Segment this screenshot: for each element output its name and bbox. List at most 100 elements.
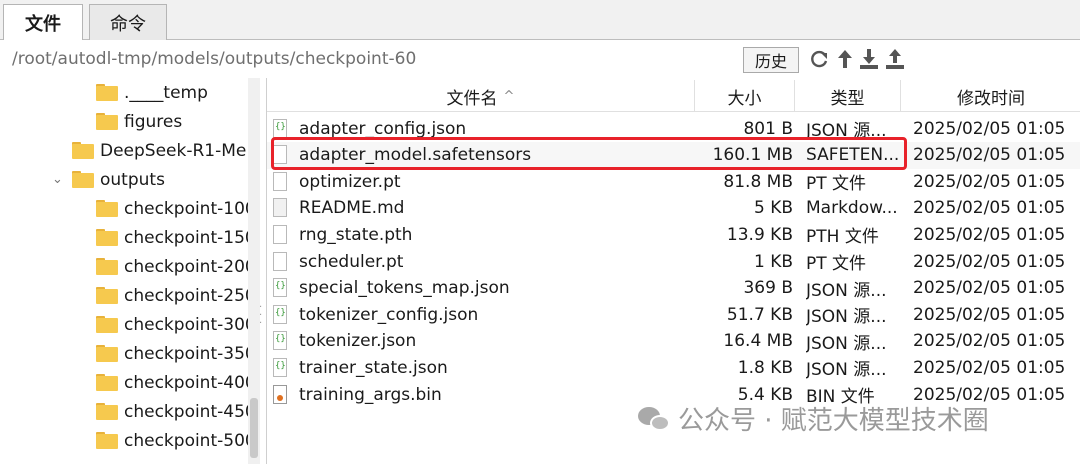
markdown-file-icon — [273, 198, 289, 218]
tree-item[interactable]: figures — [96, 107, 182, 136]
file-modified: 2025/02/05 01:05 — [913, 357, 1066, 378]
tree-item[interactable]: checkpoint-200 — [96, 252, 250, 281]
splitter-grip-icon[interactable]: · · · — [259, 303, 265, 334]
file-name-cell: README.md — [273, 195, 693, 222]
file-name: trainer_state.json — [299, 357, 448, 378]
tree-item-label: checkpoint-500 — [124, 430, 250, 451]
tree-item[interactable]: checkpoint-100 — [96, 194, 250, 223]
folder-icon — [96, 432, 118, 449]
file-name-cell: tokenizer_config.json — [273, 301, 693, 328]
folder-icon — [96, 287, 118, 304]
tree-scrollbar[interactable] — [248, 78, 260, 464]
column-header-type[interactable]: 类型 — [795, 80, 901, 112]
refresh-icon[interactable] — [808, 47, 830, 71]
file-name-cell: training_args.bin — [273, 381, 693, 408]
file-size: 13.9 KB — [726, 224, 793, 245]
folder-tree: .____temp figures DeepSeek-R1-Me ⌄ outpu… — [0, 78, 250, 464]
tree-item-label: checkpoint-400 — [124, 372, 250, 393]
file-name: README.md — [299, 198, 405, 219]
download-icon[interactable] — [858, 47, 880, 71]
file-modified: 2025/02/05 01:05 — [913, 118, 1066, 139]
tree-item[interactable]: checkpoint-400 — [96, 368, 250, 397]
file-row[interactable]: tokenizer_config.json 51.7 KB JSON 源... 202… — [267, 301, 1080, 328]
tab-commands[interactable]: 命令 — [89, 4, 167, 40]
file-size: 369 B — [743, 278, 793, 299]
file-name: optimizer.pt — [299, 171, 401, 192]
file-row[interactable]: optimizer.pt 81.8 MB PT 文件 2025/02/05 01:05 — [267, 168, 1080, 195]
file-size: 81.8 MB — [723, 171, 793, 192]
tree-item[interactable]: checkpoint-250 — [96, 281, 250, 310]
file-row[interactable]: tokenizer.json 16.4 MB JSON 源... 2025/02/05… — [267, 328, 1080, 355]
tree-item[interactable]: .____temp — [96, 78, 208, 107]
upload-icon[interactable] — [884, 47, 906, 71]
file-modified: 2025/02/05 01:05 — [913, 331, 1066, 352]
tree-item-label: checkpoint-300 — [124, 314, 250, 335]
up-arrow-icon[interactable] — [834, 47, 856, 71]
file-type: JSON 源... — [806, 307, 887, 328]
file-type: PT 文件 — [806, 254, 867, 274]
file-row[interactable]: special_tokens_map.json 369 B JSON 源... 202… — [267, 275, 1080, 302]
tree-item-label: .____temp — [124, 82, 208, 103]
file-size: 5 KB — [753, 198, 793, 219]
file-row[interactable]: README.md 5 KB Markdow... 2025/02/05 01:05 — [267, 195, 1080, 222]
file-modified: 2025/02/05 01:05 — [913, 304, 1066, 325]
file-row[interactable]: adapter_model.safetensors 160.1 MB SAFETEN… — [267, 141, 1080, 169]
tree-item[interactable]: outputs — [72, 165, 165, 194]
file-row[interactable]: rng_state.pth 13.9 KB PTH 文件 2025/02/05 01:… — [267, 221, 1080, 248]
file-name-cell: trainer_state.json — [273, 354, 693, 381]
file-name: adapter_model.safetensors — [299, 145, 532, 166]
file-size: 16.4 MB — [723, 331, 793, 352]
file-size: 160.1 MB — [712, 145, 793, 166]
file-type: JSON 源... — [806, 280, 887, 301]
tree-item[interactable]: checkpoint-300 — [96, 310, 250, 339]
column-header-size[interactable]: 大小 — [695, 80, 795, 112]
tree-item[interactable]: checkpoint-500 — [96, 426, 250, 455]
tree-item[interactable]: checkpoint-150 — [96, 223, 250, 252]
json-file-icon — [273, 304, 289, 325]
tree-item-label: checkpoint-150 — [124, 227, 250, 248]
file-name-cell: scheduler.pt — [273, 248, 693, 275]
path-input[interactable]: /root/autodl-tmp/models/outputs/checkpoi… — [12, 49, 416, 69]
folder-icon — [72, 171, 94, 188]
file-modified: 2025/02/05 01:05 — [913, 278, 1066, 299]
folder-icon — [96, 403, 118, 420]
tree-item-label: checkpoint-250 — [124, 285, 250, 306]
file-size: 1.8 KB — [737, 357, 793, 378]
file-type: JSON 源... — [806, 333, 887, 354]
file-size: 51.7 KB — [726, 304, 793, 325]
tree-item-label: outputs — [100, 169, 165, 190]
chevron-down-icon[interactable]: ⌄ — [52, 172, 63, 187]
file-name-cell: adapter_model.safetensors — [273, 142, 693, 169]
tree-item[interactable]: checkpoint-350 — [96, 339, 250, 368]
tree-item-label: checkpoint-200 — [124, 256, 250, 277]
file-row[interactable]: trainer_state.json 1.8 KB JSON 源... 2025/02… — [267, 354, 1080, 381]
folder-icon — [72, 142, 94, 159]
folder-icon — [96, 316, 118, 333]
file-row[interactable]: scheduler.pt 1 KB PT 文件 2025/02/05 01:05 — [267, 248, 1080, 275]
file-name: tokenizer_config.json — [299, 304, 479, 325]
sort-ascending-icon: ^ — [503, 88, 515, 104]
file-icon — [273, 171, 289, 192]
file-type: JSON 源... — [806, 360, 887, 381]
file-name: training_args.bin — [299, 384, 442, 405]
file-row[interactable]: adapter_config.json 801 B JSON 源... 2025/02… — [267, 115, 1080, 142]
file-modified: 2025/02/05 01:05 — [913, 251, 1066, 272]
file-modified: 2025/02/05 01:05 — [913, 171, 1066, 192]
column-header-name[interactable]: 文件名 ^ — [267, 80, 695, 112]
file-type: Markdow... — [806, 198, 898, 219]
tree-item-label: checkpoint-350 — [124, 343, 250, 364]
json-file-icon — [273, 331, 289, 351]
folder-icon — [96, 113, 118, 130]
scrollbar-thumb[interactable] — [250, 398, 258, 458]
tree-item[interactable]: checkpoint-450 — [96, 397, 250, 426]
tree-item[interactable]: DeepSeek-R1-Me — [72, 136, 246, 165]
file-name-cell: special_tokens_map.json — [273, 275, 693, 302]
folder-icon — [96, 374, 118, 391]
tab-files[interactable]: 文件 — [3, 4, 83, 41]
tree-item-label: DeepSeek-R1-Me — [100, 140, 247, 161]
column-header-modified[interactable]: 修改时间 — [901, 80, 1080, 112]
history-button[interactable]: 历史 — [743, 47, 799, 73]
watermark-text: 公众号 · 赋范大模型技术圈 — [678, 406, 989, 436]
tree-item-label: figures — [124, 111, 183, 132]
path-bar: /root/autodl-tmp/models/outputs/checkpoi… — [0, 40, 1080, 78]
